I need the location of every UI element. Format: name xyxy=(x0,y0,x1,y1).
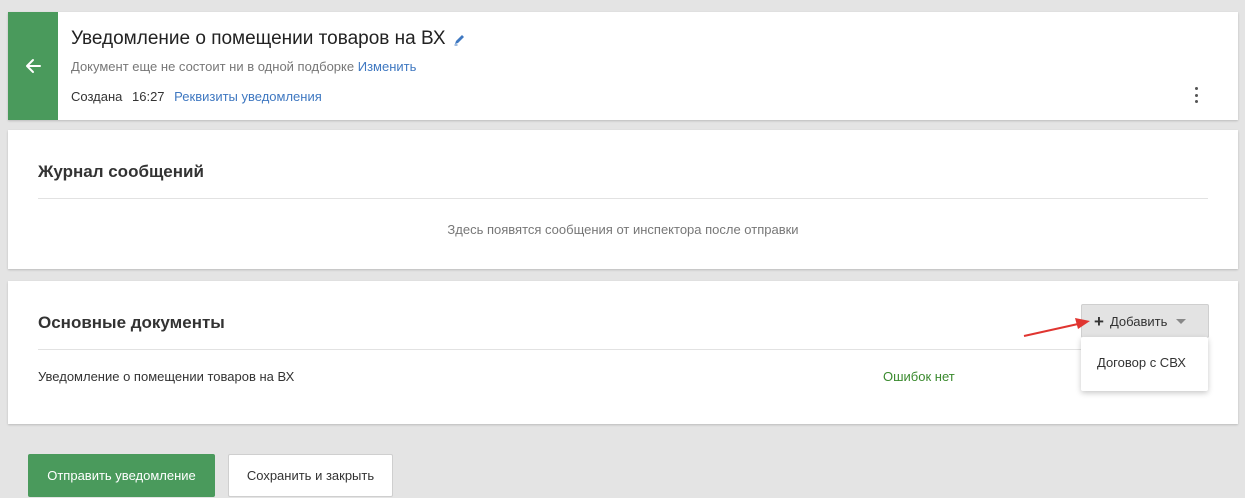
back-button[interactable] xyxy=(8,12,58,120)
send-notification-button[interactable]: Отправить уведомление xyxy=(28,454,215,497)
add-button-label: Добавить xyxy=(1109,313,1168,329)
document-meta: Создана 16:27 Реквизиты уведомления xyxy=(71,89,328,104)
messages-journal-card: Журнал сообщений Здесь появятся сообщени… xyxy=(8,130,1238,269)
more-vertical-icon[interactable] xyxy=(1190,86,1202,104)
document-title-row: Уведомление о помещении товаров на ВХ xyxy=(71,28,466,50)
docs-title: Основные документы xyxy=(38,313,225,332)
page: Уведомление о помещении товаров на ВХ До… xyxy=(0,0,1245,498)
collection-status-text: Документ еще не состоит ни в одной подбо… xyxy=(71,59,355,74)
main-documents-card: Основные документы Уведомление о помещен… xyxy=(8,281,1238,424)
divider xyxy=(38,198,1208,199)
caret-down-icon xyxy=(1176,318,1187,324)
document-header: Уведомление о помещении товаров на ВХ До… xyxy=(8,12,1238,120)
document-title: Уведомление о помещении товаров на ВХ xyxy=(71,28,446,49)
arrow-left-icon xyxy=(26,59,41,73)
created-time: 16:27 xyxy=(132,89,165,104)
divider xyxy=(38,349,1208,350)
menu-item-svh-contract[interactable]: Договор с СВХ xyxy=(1097,355,1186,370)
change-collection-link[interactable]: Изменить xyxy=(358,59,417,74)
annotation-arrow-icon xyxy=(1023,318,1090,337)
created-label: Создана xyxy=(71,89,123,104)
add-document-button[interactable]: + Добавить xyxy=(1081,304,1209,338)
add-dropdown-menu: Договор с СВХ xyxy=(1081,337,1208,391)
details-link[interactable]: Реквизиты уведомления xyxy=(174,89,322,104)
journal-title: Журнал сообщений xyxy=(38,162,204,181)
collection-status: Документ еще не состоит ни в одной подбо… xyxy=(71,59,416,74)
pencil-icon[interactable] xyxy=(453,33,466,46)
document-status: Ошибок нет xyxy=(883,369,955,384)
footer-actions: Отправить уведомление Сохранить и закрыт… xyxy=(8,434,1238,498)
document-row[interactable]: Уведомление о помещении товаров на ВХ Ош… xyxy=(38,369,1208,389)
save-and-close-button[interactable]: Сохранить и закрыть xyxy=(228,454,393,497)
document-name[interactable]: Уведомление о помещении товаров на ВХ xyxy=(38,369,294,384)
journal-empty-text: Здесь появятся сообщения от инспектора п… xyxy=(447,222,799,237)
